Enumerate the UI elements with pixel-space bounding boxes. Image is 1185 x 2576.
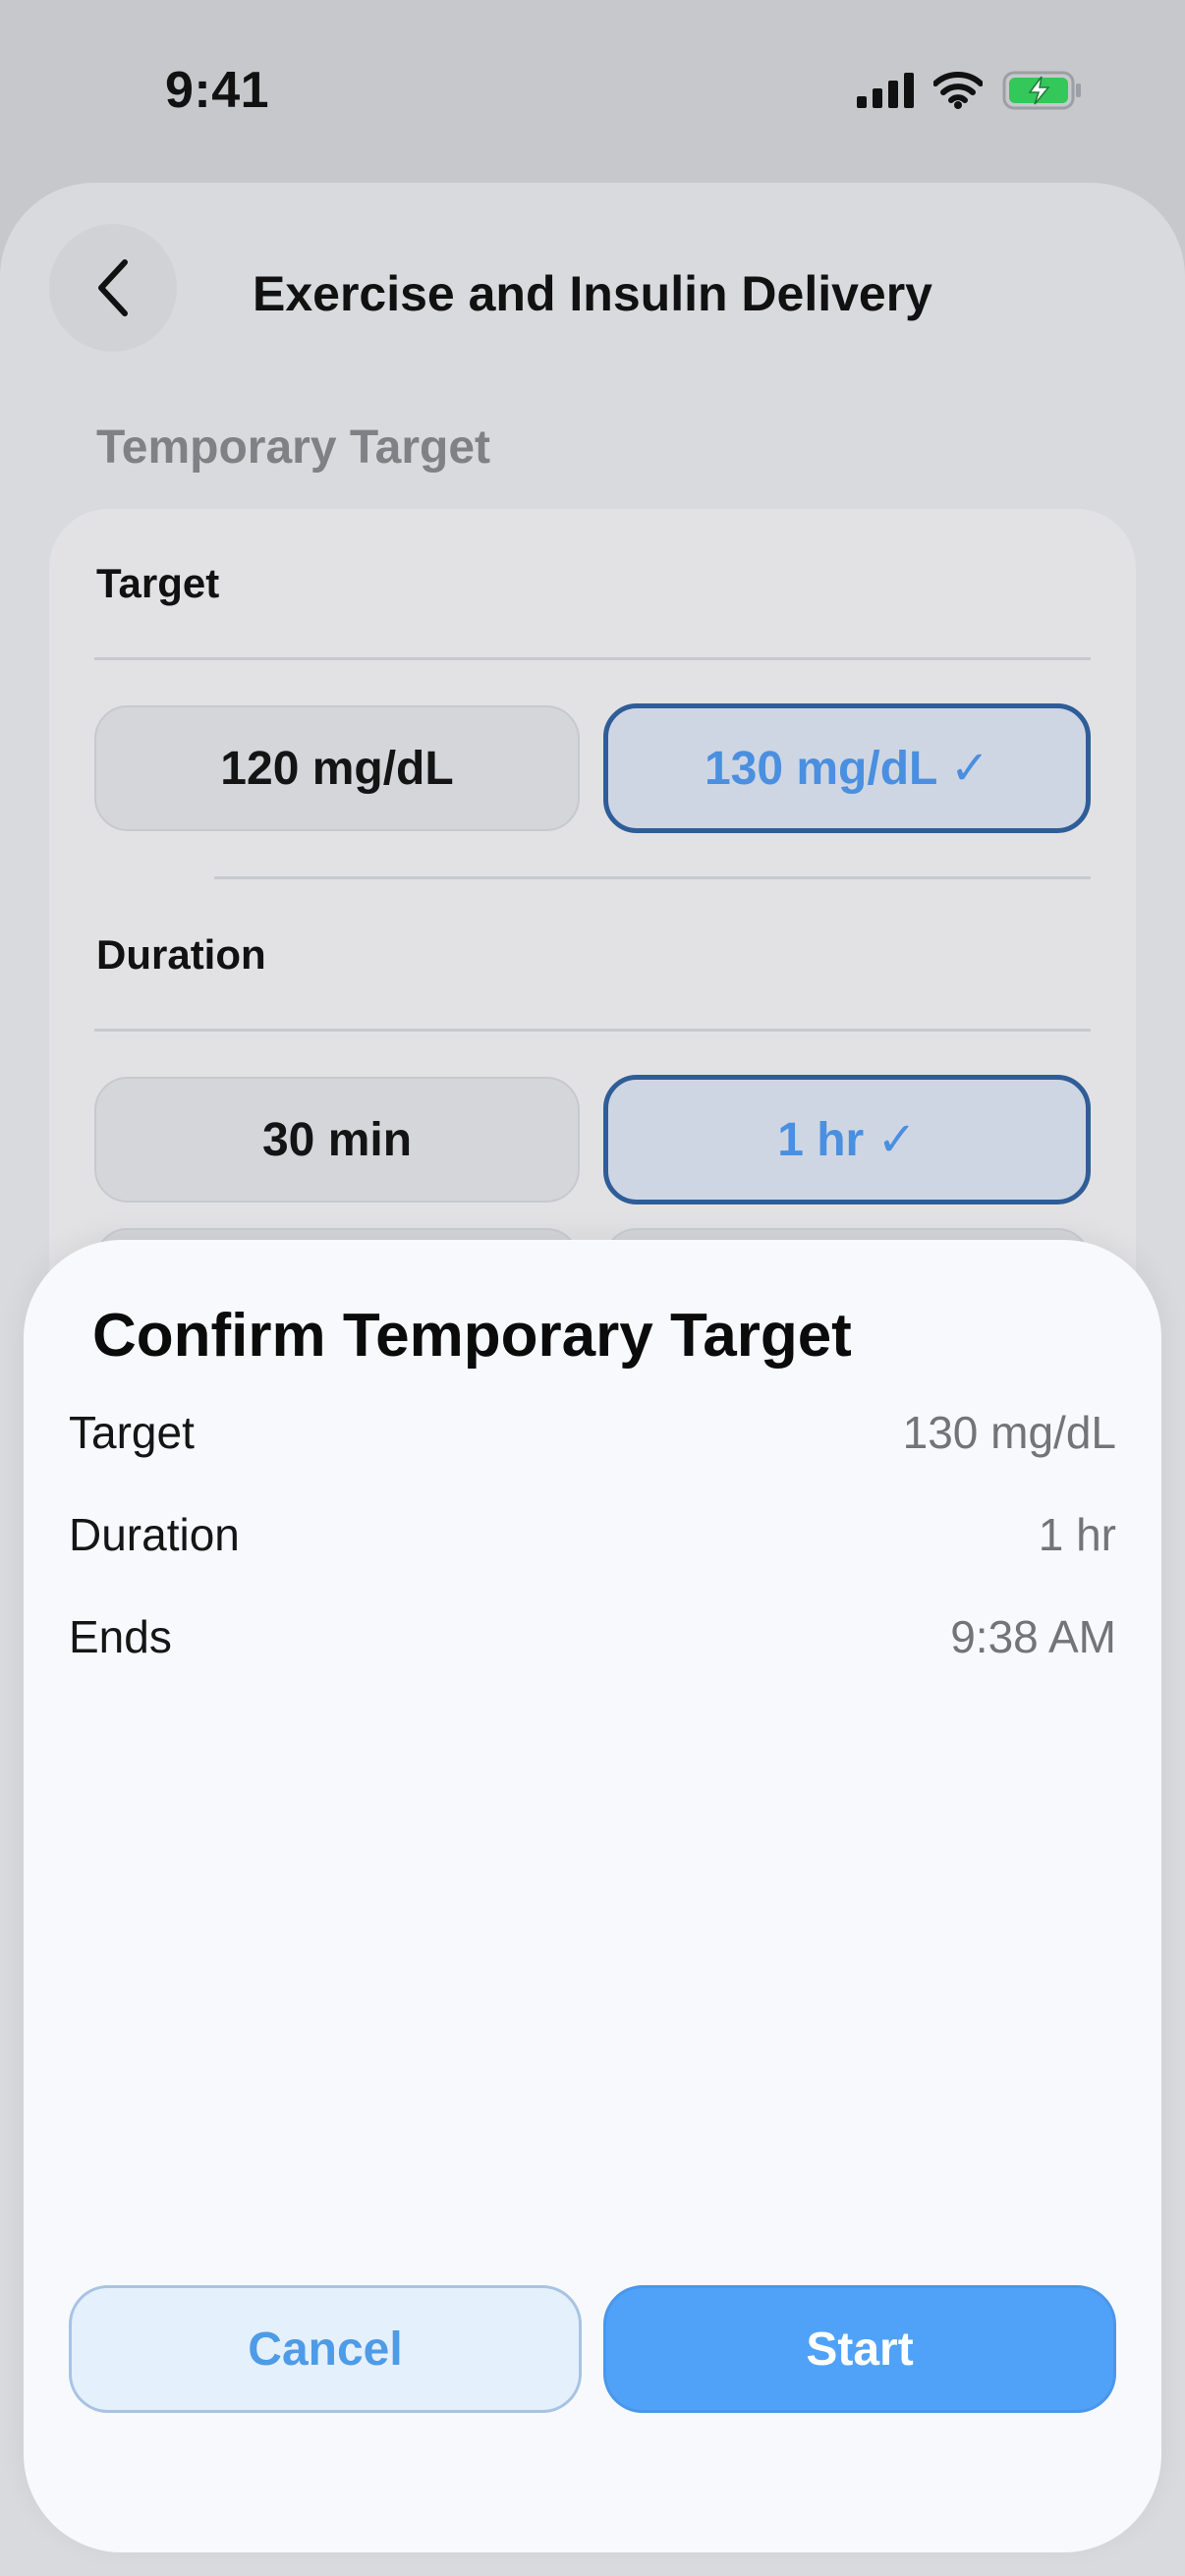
summary-value: 130 mg/dL: [902, 1407, 1116, 1458]
summary-label: Duration: [69, 1509, 240, 1560]
cancel-button[interactable]: Cancel: [69, 2285, 582, 2413]
summary-value: 1 hr: [1038, 1509, 1116, 1560]
page-title: Exercise and Insulin Delivery: [253, 266, 932, 321]
signal-icon: [857, 73, 914, 108]
confirm-sheet: Confirm Temporary Target Target 130 mg/d…: [24, 1240, 1161, 2552]
summary-label: Target: [69, 1407, 195, 1458]
divider: [94, 657, 1091, 660]
sheet-title: Confirm Temporary Target: [92, 1302, 852, 1370]
divider: [214, 876, 1091, 879]
start-button[interactable]: Start: [603, 2285, 1116, 2413]
summary-value: 9:38 AM: [950, 1611, 1116, 1662]
status-icons: [857, 71, 1083, 110]
target-option-120[interactable]: 120 mg/dL: [94, 705, 580, 831]
duration-option-30min[interactable]: 30 min: [94, 1077, 580, 1203]
battery-charging-icon: [1002, 71, 1081, 110]
row-title-duration: Duration: [96, 931, 266, 978]
duration-option-1hr-selected[interactable]: 1 hr ✓: [603, 1075, 1091, 1204]
summary-row-target: Target 130 mg/dL: [69, 1403, 1116, 1462]
summary-label: Ends: [69, 1611, 172, 1662]
summary-row-ends: Ends 9:38 AM: [69, 1607, 1116, 1666]
section-label-temporary-target: Temporary Target: [96, 421, 490, 474]
wifi-icon: [933, 72, 983, 109]
target-option-130-selected[interactable]: 130 mg/dL ✓: [603, 703, 1091, 833]
summary-row-duration: Duration 1 hr: [69, 1505, 1116, 1564]
status-time: 9:41: [165, 62, 270, 119]
divider: [94, 1029, 1091, 1032]
row-title-target: Target: [96, 560, 220, 606]
